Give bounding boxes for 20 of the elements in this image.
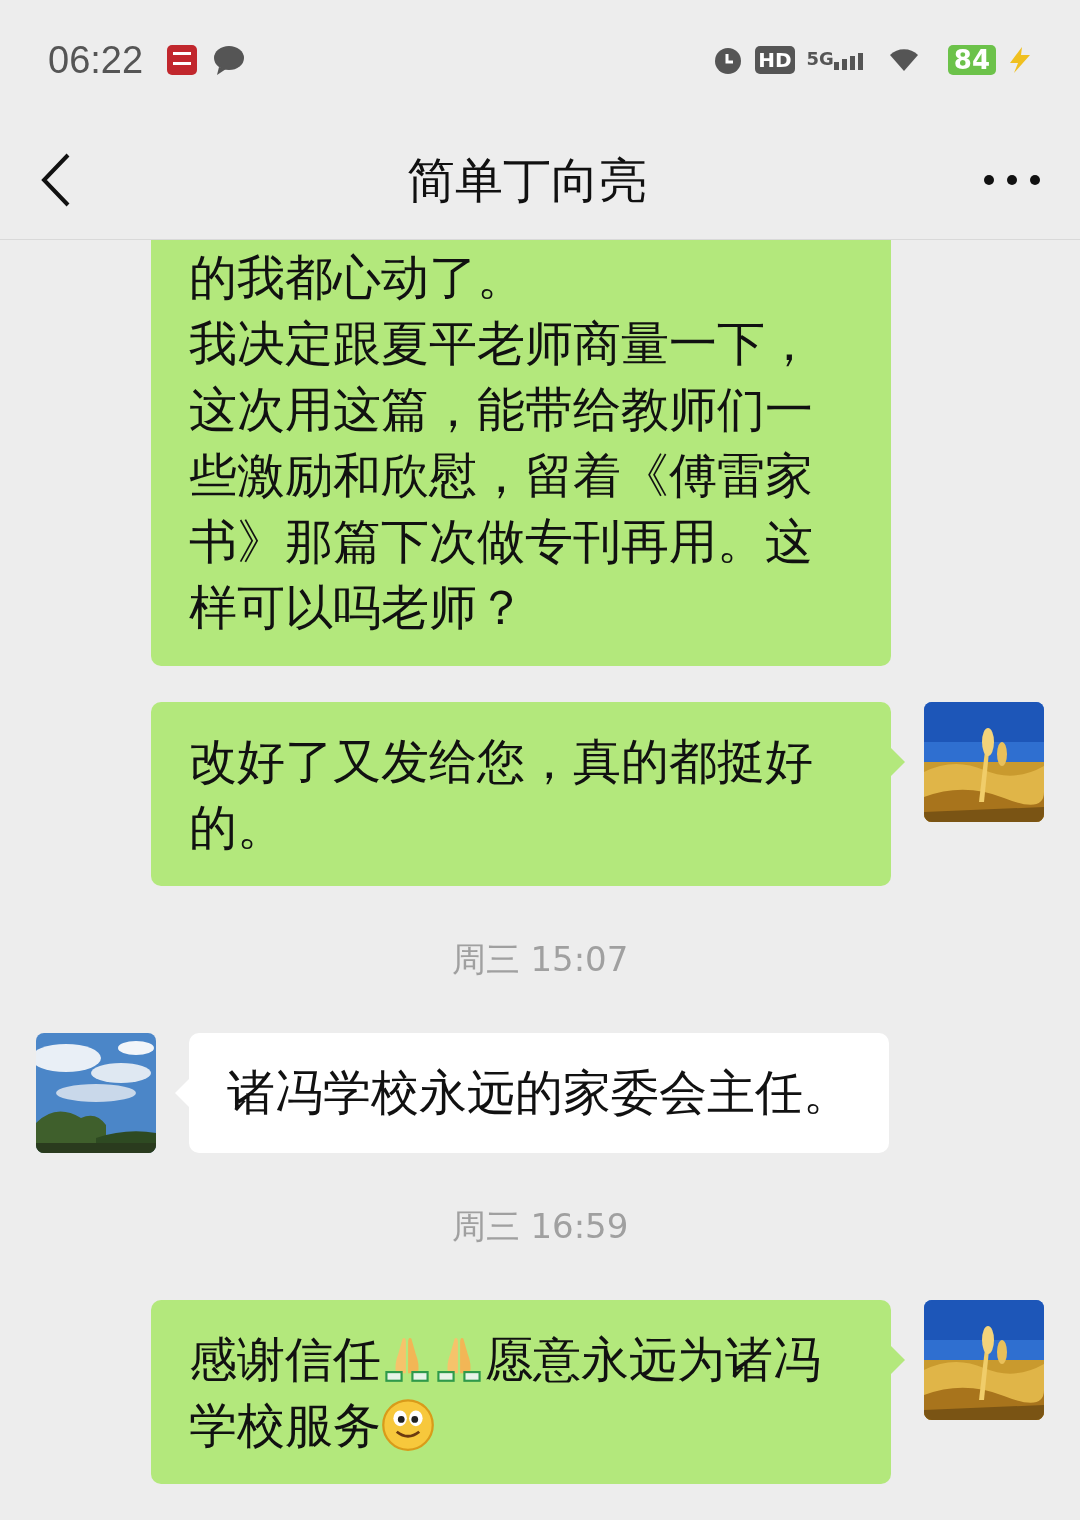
- status-time: 06:22: [48, 37, 144, 83]
- chat-bubble-icon: [213, 45, 246, 75]
- battery-level: 84: [947, 45, 996, 75]
- signal-icon: [833, 50, 864, 70]
- smiley-icon: [381, 1398, 435, 1452]
- timestamp: 周三 16:59: [451, 1205, 629, 1248]
- message-text: 感谢信任 愿意永远为诸冯学校服务: [189, 1330, 822, 1455]
- alarm-icon: [713, 45, 744, 75]
- app-icon: [167, 45, 198, 75]
- lightning-icon: [1008, 47, 1032, 73]
- wifi-icon: [887, 47, 920, 73]
- chat-title: 简单丁向亮: [407, 150, 647, 210]
- timestamp: 周三 15:07: [451, 938, 629, 981]
- message-text: 诸冯学校永远的家委会主任。: [227, 1063, 851, 1122]
- more-icon[interactable]: [984, 174, 1040, 185]
- back-icon[interactable]: [40, 152, 70, 207]
- network-label: 5G: [806, 50, 834, 68]
- hd-badge: HD: [755, 46, 795, 74]
- message-text: 改好了又发给您，真的都挺好的。: [189, 732, 814, 857]
- message-text: 的我都心动了。 我决定跟夏平老师商量一下， 这次用这篇，能带给教师们一些激励和欣慰，留着《傅雷家书》那篇下次做专刊再用。这样可以吗老师？: [189, 248, 814, 637]
